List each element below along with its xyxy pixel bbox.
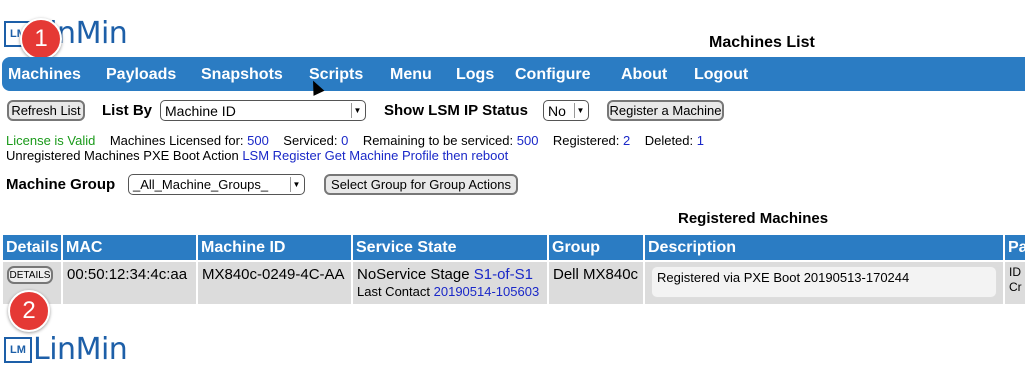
serviced-count: 0	[341, 133, 349, 148]
nav-snapshots[interactable]: Snapshots	[201, 66, 283, 84]
details-button[interactable]: DETAILS	[7, 266, 53, 284]
list-by-select[interactable]: Machine ID ▼	[160, 100, 366, 121]
last-contact-link[interactable]: 20190514-105603	[434, 284, 540, 299]
cell-group: Dell MX840c	[549, 262, 643, 304]
step-badge-1: 1	[20, 18, 62, 60]
remaining-count: 500	[516, 133, 539, 148]
registered-machines-title: Registered Machines	[678, 210, 829, 227]
lsm-ip-status-label: Show LSM IP Status	[384, 102, 528, 119]
refresh-list-button[interactable]: Refresh List	[7, 100, 85, 121]
page-title: Machines List	[709, 34, 815, 51]
header-mac: MAC	[63, 235, 196, 260]
chevron-down-icon: ▼	[290, 177, 302, 192]
header-details: Details	[3, 235, 61, 260]
header-truncated: Pa	[1005, 235, 1025, 260]
header-service-state: Service State	[353, 235, 547, 260]
machine-group-label: Machine Group	[6, 176, 116, 193]
nav-about[interactable]: About	[621, 66, 667, 84]
cell-truncated: ID Cr	[1005, 262, 1025, 304]
linmin-logo-bottom: LM LinMin	[4, 332, 128, 367]
machine-group-value: _All_Machine_Groups_	[133, 177, 269, 192]
licensed-count: 500	[247, 133, 269, 148]
serviced-label: Serviced:	[283, 133, 338, 148]
list-by-label: List By	[102, 102, 153, 119]
register-machine-button[interactable]: Register a Machine	[607, 100, 724, 121]
nav-machines[interactable]: Machines	[8, 66, 81, 84]
nav-menu[interactable]: Menu	[390, 66, 432, 84]
cell-service-state: NoService Stage S1-of-S1 Last Contact 20…	[353, 262, 547, 304]
list-by-value: Machine ID	[165, 102, 236, 119]
chevron-down-icon: ▼	[351, 103, 363, 118]
lsm-ip-status-select[interactable]: No ▼	[543, 100, 589, 121]
nav-logout[interactable]: Logout	[694, 66, 748, 84]
license-valid-text: License is Valid	[6, 133, 96, 148]
service-state-text: NoService Stage	[357, 266, 470, 283]
header-description: Description	[645, 235, 1003, 260]
remaining-label: Remaining to be serviced:	[362, 133, 514, 148]
registered-count[interactable]: 2	[623, 133, 630, 148]
pxe-action-label: Unregistered Machines PXE Boot Action	[6, 148, 239, 163]
cell-machine-id: MX840c-0249-4C-AA	[198, 262, 351, 304]
nav-payloads[interactable]: Payloads	[106, 66, 176, 84]
stage-link[interactable]: S1-of-S1	[474, 266, 533, 283]
header-machine-id: Machine ID	[198, 235, 351, 260]
pxe-action-link[interactable]: LSM Register Get Machine Profile then re…	[242, 148, 508, 163]
license-info-line: License is Valid Machines Licensed for: …	[6, 133, 704, 148]
nav-logs[interactable]: Logs	[456, 66, 494, 84]
machine-group-select[interactable]: _All_Machine_Groups_ ▼	[128, 174, 305, 195]
deleted-label: Deleted:	[644, 133, 694, 148]
last-contact-label: Last Contact	[357, 284, 430, 299]
main-nav: Machines Payloads Snapshots Scripts Menu…	[2, 57, 1025, 91]
lsm-ip-status-value: No	[548, 102, 566, 119]
group-actions-button[interactable]: Select Group for Group Actions	[324, 174, 518, 195]
cell-mac: 00:50:12:34:4c:aa	[63, 262, 196, 304]
pxe-action-line: Unregistered Machines PXE Boot Action LS…	[6, 148, 508, 163]
linmin-logo-mark: LM	[4, 336, 32, 363]
deleted-count[interactable]: 1	[697, 133, 704, 148]
linmin-logo-text: LinMin	[33, 332, 128, 367]
description-field[interactable]: Registered via PXE Boot 20190513-170244	[651, 266, 997, 298]
step-badge-2: 2	[8, 290, 50, 332]
header-group: Group	[549, 235, 643, 260]
licensed-label: Machines Licensed for:	[109, 133, 244, 148]
chevron-down-icon: ▼	[574, 103, 586, 118]
registered-label: Registered:	[552, 133, 620, 148]
nav-configure[interactable]: Configure	[515, 66, 591, 84]
